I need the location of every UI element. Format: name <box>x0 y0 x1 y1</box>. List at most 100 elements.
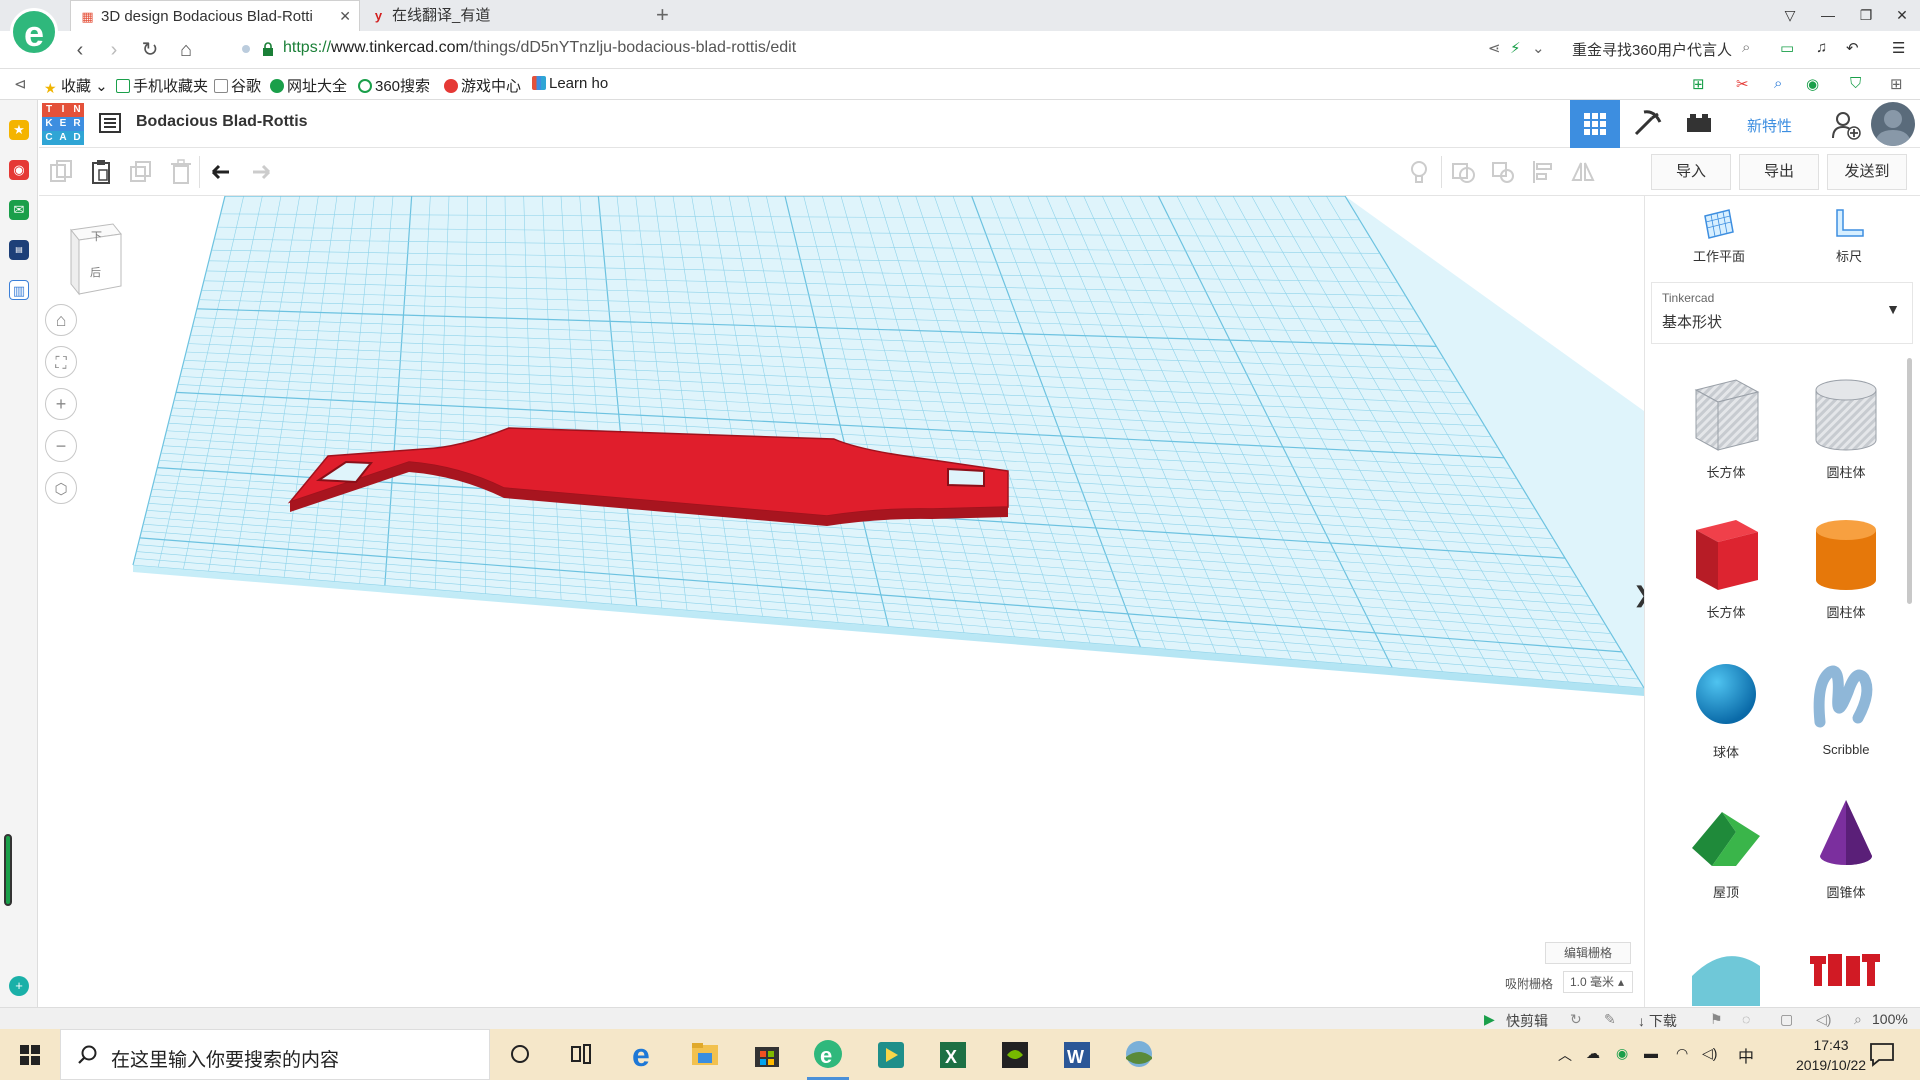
paste-icon[interactable] <box>87 158 115 186</box>
tab-youdao[interactable]: y 在线翻译_有道 <box>362 0 648 31</box>
home-button[interactable]: ⌂ <box>172 37 200 63</box>
share-icon[interactable]: ⋖ <box>1488 39 1501 57</box>
snap-grid-select[interactable]: 1.0 毫米 ▴ <box>1563 971 1633 993</box>
notification-icon[interactable] <box>1868 1041 1896 1067</box>
add-dock-icon[interactable]: + <box>9 976 29 996</box>
edge-app[interactable]: e <box>618 1033 668 1076</box>
shape-cylinder[interactable]: 圆柱体 <box>1801 512 1891 632</box>
ime-indicator[interactable]: 中 <box>1738 1043 1754 1067</box>
design-title[interactable]: Bodacious Blad-Rottis <box>136 113 308 131</box>
zoom-icon[interactable]: ⌕ <box>1854 1011 1862 1028</box>
taskbar-search[interactable]: 在这里输入你要搜索的内容 <box>60 1029 490 1080</box>
bookmark-mobile[interactable]: 手机收藏夹 <box>116 75 208 96</box>
shape-sphere[interactable]: 球体 <box>1681 652 1771 772</box>
speaker-icon[interactable]: ◁) <box>1702 1045 1717 1062</box>
battery-tray-icon[interactable]: ▬ <box>1644 1045 1658 1061</box>
extension-grid-icon[interactable]: ⊞ <box>1890 75 1903 93</box>
bookmark-hao[interactable]: 网址大全 <box>270 75 347 96</box>
bookmark-favorites[interactable]: ★ 收藏 ⌄ <box>44 75 108 96</box>
shape-text[interactable] <box>1801 932 1891 1006</box>
menu-icon[interactable]: ☰ <box>1892 39 1905 57</box>
360-tray-icon[interactable]: ◉ <box>1616 1045 1628 1062</box>
browser-logo-icon[interactable]: e <box>10 8 58 56</box>
light-bulb-icon[interactable] <box>1405 158 1433 186</box>
invite-user-icon[interactable] <box>1831 110 1861 140</box>
wifi-icon[interactable]: ◠ <box>1676 1045 1688 1062</box>
shape-box-hole[interactable]: 长方体 <box>1681 372 1771 492</box>
volume-icon[interactable]: ◁) <box>1816 1011 1831 1028</box>
dropdown-icon[interactable]: ⌄ <box>1532 39 1545 57</box>
system-clock[interactable]: 17:43 2019/10/22 <box>1796 1035 1866 1075</box>
store-app[interactable] <box>742 1033 792 1076</box>
shape-half-cylinder[interactable] <box>1681 932 1771 1006</box>
view-cube[interactable]: 下 后 <box>65 220 125 296</box>
zoom-level[interactable]: 100% <box>1872 1011 1908 1027</box>
bricks-view-button[interactable] <box>1674 100 1724 148</box>
battery-icon[interactable]: ▭ <box>1780 39 1794 57</box>
export-button[interactable]: 导出 <box>1739 154 1819 190</box>
shape-box[interactable]: 长方体 <box>1681 512 1771 632</box>
shape-roof[interactable]: 屋顶 <box>1681 792 1771 912</box>
sidebar-toggle-icon[interactable]: ⊲ <box>14 75 27 93</box>
home-view-button[interactable]: ⌂ <box>45 304 77 336</box>
bookmark-google[interactable]: 谷歌 <box>214 75 261 96</box>
photos-app[interactable] <box>1114 1033 1164 1076</box>
ungroup-icon[interactable] <box>1489 158 1517 186</box>
dock-slider[interactable] <box>4 834 12 906</box>
promo-link[interactable]: 重金寻找360用户代言人 <box>1572 39 1732 60</box>
send-to-button[interactable]: 发送到 <box>1827 154 1907 190</box>
3d-workspace[interactable]: 下 后 ⌂ ⛶ + − ⬡ ❯ 编辑栅格 吸附栅格 1.0 毫米 ▴ <box>39 196 1644 1007</box>
reload-button[interactable]: ↻ <box>136 37 164 63</box>
shape-category-select[interactable]: Tinkercad 基本形状 ▼ <box>1651 282 1913 344</box>
extension-shield-icon[interactable]: ⛉ <box>1850 75 1861 92</box>
360-browser-app[interactable]: e <box>803 1033 853 1080</box>
word-app[interactable]: W <box>1052 1033 1102 1076</box>
nvidia-app[interactable] <box>990 1033 1040 1076</box>
speed-icon[interactable]: ⚡ <box>1510 39 1521 57</box>
bookmark-games[interactable]: 游戏中心 <box>444 75 521 96</box>
new-features-link[interactable]: 新特性 <box>1747 115 1792 136</box>
tab-tinkercad[interactable]: ▦ 3D design Bodacious Blad-Rotti ✕ <box>70 0 360 31</box>
window-skin-icon[interactable]: ▽ <box>1772 0 1808 31</box>
flag-icon[interactable]: ⚑ <box>1710 1011 1723 1028</box>
new-tab-button[interactable]: + <box>656 0 669 29</box>
mail-dock-icon[interactable]: ✉ <box>9 200 29 220</box>
shape-scribble[interactable]: Scribble <box>1801 652 1891 772</box>
quick-clip-button[interactable]: 快剪辑 <box>1506 1011 1548 1031</box>
duplicate-icon[interactable] <box>127 158 155 186</box>
zoom-out-button[interactable]: − <box>45 430 77 462</box>
bookmark-learn[interactable]: Learn ho <box>532 75 608 92</box>
undo-close-icon[interactable]: ↶ <box>1846 39 1859 57</box>
align-icon[interactable] <box>1529 158 1557 186</box>
extension-add-icon[interactable]: ⊞ <box>1692 75 1705 93</box>
cortana-button[interactable] <box>495 1033 545 1076</box>
design-list-icon[interactable] <box>99 113 121 133</box>
window-icon[interactable]: ▢ <box>1780 1011 1793 1028</box>
tab-close-icon[interactable]: ✕ <box>339 1 351 31</box>
import-button[interactable]: 导入 <box>1651 154 1731 190</box>
start-button[interactable] <box>0 1029 60 1080</box>
tinkercad-logo[interactable]: TINKERCAD <box>42 103 84 145</box>
news-dock-icon[interactable]: ▤ <box>9 240 29 260</box>
headphone-icon[interactable]: ♫ <box>1816 39 1827 56</box>
accelerate-icon[interactable]: ↻ <box>1570 1011 1582 1028</box>
cloud-icon[interactable]: ☁ <box>1586 1045 1600 1062</box>
download-button[interactable]: ↓ 下载 <box>1638 1011 1677 1031</box>
projection-button[interactable]: ⬡ <box>45 472 77 504</box>
undo-icon[interactable] <box>207 158 235 186</box>
shapes-scrollbar[interactable] <box>1907 358 1912 604</box>
3d-view-button[interactable] <box>1570 100 1620 148</box>
back-button[interactable]: ‹ <box>66 37 94 63</box>
bookmark-360search[interactable]: 360搜索 <box>358 75 430 96</box>
extension-game-icon[interactable]: ◉ <box>1806 75 1819 93</box>
doc-dock-icon[interactable]: ▥ <box>9 280 29 300</box>
task-view-button[interactable] <box>556 1033 606 1076</box>
collapse-panel-icon[interactable]: ❯ <box>1633 582 1644 608</box>
explorer-app[interactable] <box>680 1033 730 1076</box>
workplane-tool-button[interactable]: 工作平面 <box>1679 206 1759 265</box>
restore-button[interactable]: ❐ <box>1848 0 1884 31</box>
close-window-button[interactable]: ✕ <box>1884 0 1920 31</box>
media-player-app[interactable] <box>866 1033 916 1076</box>
favorites-dock-icon[interactable]: ★ <box>9 120 29 140</box>
minimize-button[interactable]: — <box>1810 0 1846 31</box>
